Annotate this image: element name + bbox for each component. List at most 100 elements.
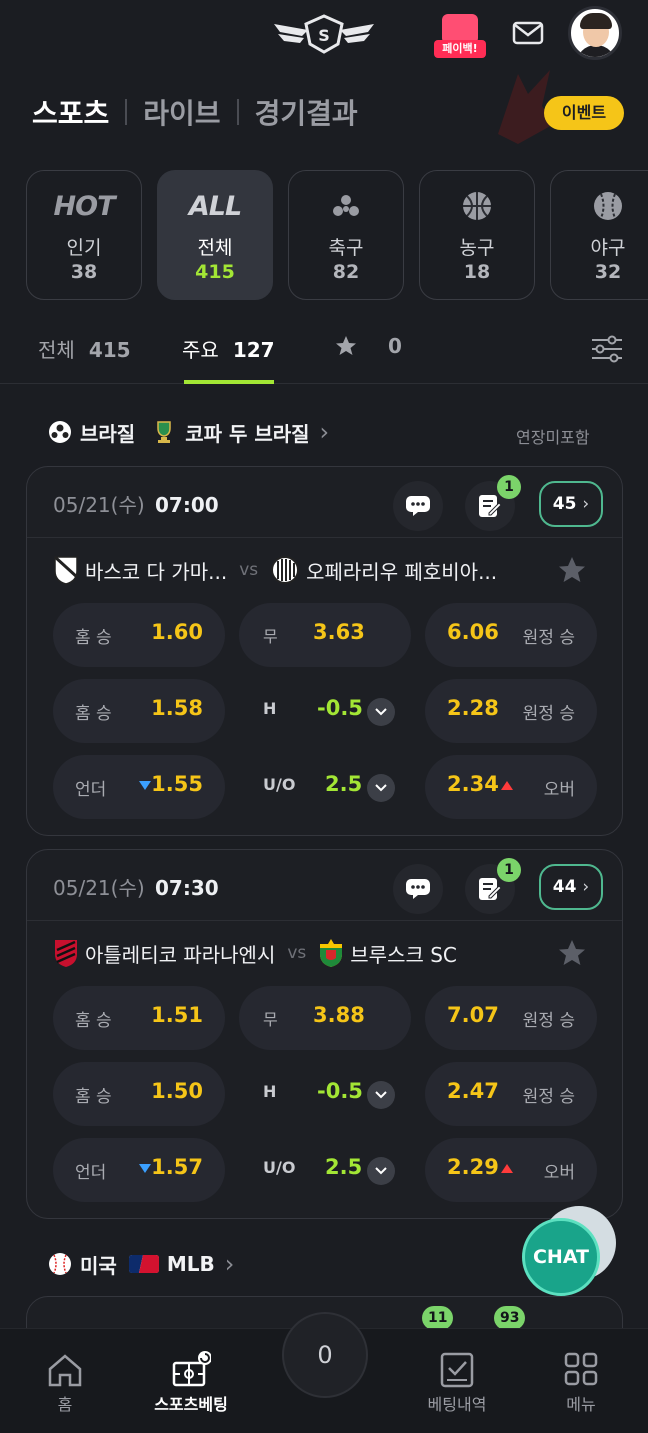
category-basketball[interactable]: 농구 18 (419, 170, 535, 300)
trophy-icon (157, 421, 171, 443)
odds-row-1x2: 홈 승 1.51 무 3.88 7.07 원정 승 (53, 986, 599, 1050)
category-baseball[interactable]: 야구 32 (550, 170, 648, 300)
edit-note-icon (479, 495, 502, 517)
subtab-favorites[interactable]: 0 (334, 334, 402, 358)
away-team: 브루스크 SC (350, 942, 457, 967)
category-count: 415 (195, 261, 235, 283)
winged-s-logo-icon[interactable]: S (272, 14, 376, 54)
top-bar: S 페이백! (0, 0, 648, 70)
subtab-all[interactable]: 전체 415 (38, 334, 131, 363)
handicap-line[interactable]: H -0.5 (239, 1062, 411, 1126)
vs-label: vs (287, 943, 307, 963)
odds-home-handicap[interactable]: 홈 승 1.50 (53, 1062, 225, 1126)
odds-draw[interactable]: 무 3.63 (239, 603, 411, 667)
team-crest-icon (271, 556, 300, 584)
category-hot[interactable]: HOT 인기 38 (26, 170, 142, 300)
odds-over[interactable]: 2.34 오버 (425, 755, 597, 819)
active-tab-indicator (184, 380, 274, 384)
main-nav: 스포츠 라이브 경기결과 (32, 90, 358, 134)
all-icon: ALL (188, 190, 242, 222)
nav-bet-history[interactable]: 베팅내역 (402, 1329, 512, 1433)
league-header-brazil[interactable]: 브라질 코파 두 브라질 › (48, 416, 329, 448)
odds-away-win[interactable]: 6.06 원정 승 (425, 603, 597, 667)
more-markets-button[interactable]: 44 › (539, 864, 603, 910)
odds-home-handicap[interactable]: 홈 승 1.58 (53, 679, 225, 743)
category-label: 농구 (459, 237, 495, 259)
odds-draw[interactable]: 무 3.88 (239, 986, 411, 1050)
match-card: 05/21(수) 07:00 1 45 › 바스코 다 가마... vs 오페라리… (26, 466, 623, 836)
arrow-up-icon (501, 1164, 513, 1173)
team-crest-icon (320, 939, 343, 967)
divider (27, 920, 622, 921)
mail-icon[interactable] (512, 20, 544, 46)
chat-button[interactable] (393, 481, 443, 531)
payback-button[interactable]: 페이백! (434, 10, 486, 58)
category-label: 인기 (66, 237, 102, 259)
chevron-right-icon: › (319, 418, 330, 446)
nav-menu[interactable]: 메뉴 (526, 1329, 636, 1433)
subtab-major[interactable]: 주요 127 (182, 334, 275, 363)
chat-button[interactable] (393, 864, 443, 914)
favorite-star-icon[interactable] (557, 938, 587, 968)
chevron-down-icon[interactable] (367, 1157, 395, 1185)
notes-button[interactable]: 1 (465, 475, 521, 531)
odds-away-handicap[interactable]: 2.28 원정 승 (425, 679, 597, 743)
over-under-line[interactable]: U/O 2.5 (239, 755, 411, 819)
event-button[interactable]: 이벤트 (544, 96, 624, 130)
odds-under[interactable]: 언더 1.57 (53, 1138, 225, 1202)
soccer-ball-icon (49, 421, 71, 443)
nav-home[interactable]: 홈 (10, 1329, 120, 1433)
category-scroller[interactable]: HOT 인기 38 ALL 전체 415 축구 82 농구 18 야구 32 (26, 170, 648, 302)
league-header-usa[interactable]: 미국 MLB › (48, 1248, 234, 1280)
over-under-line[interactable]: U/O 2.5 (239, 1138, 411, 1202)
hot-icon: HOT (53, 190, 116, 222)
chevron-down-icon[interactable] (367, 698, 395, 726)
payback-label: 페이백! (434, 40, 486, 58)
odds-away-win[interactable]: 7.07 원정 승 (425, 986, 597, 1050)
notes-count-badge: 1 (497, 858, 521, 882)
arrow-down-icon (139, 1164, 151, 1173)
odds-home-win[interactable]: 홈 승 1.60 (53, 603, 225, 667)
handicap-line[interactable]: H -0.5 (239, 679, 411, 743)
divider (27, 537, 622, 538)
away-team: 오페라리우 페호비아... (306, 559, 498, 584)
home-team: 바스코 다 가마... (85, 559, 228, 584)
league-name: MLB (166, 1252, 215, 1276)
extra-time-note: 연장미포함 (516, 428, 590, 447)
more-markets-button[interactable]: 45 › (539, 481, 603, 527)
notes-count-badge: 1 (497, 475, 521, 499)
chevron-down-icon[interactable] (367, 774, 395, 802)
odds-away-handicap[interactable]: 2.47 원정 승 (425, 1062, 597, 1126)
notes-button[interactable]: 1 (465, 858, 521, 914)
match-teams: 바스코 다 가마... vs 오페라리우 페호비아... (53, 553, 497, 587)
category-count: 32 (594, 261, 622, 283)
betslip-button[interactable]: 0 (282, 1312, 368, 1398)
category-all[interactable]: ALL 전체 415 (157, 170, 273, 300)
filter-sliders-icon[interactable] (590, 334, 624, 364)
avatar[interactable] (568, 6, 622, 60)
favorite-star-icon[interactable] (557, 555, 587, 585)
odds-row-handicap: 홈 승 1.50 H -0.5 2.47 원정 승 (53, 1062, 599, 1126)
category-count: 38 (70, 261, 98, 283)
divider (125, 99, 128, 125)
edit-note-icon (479, 878, 502, 900)
tab-sports[interactable]: 스포츠 (32, 92, 109, 132)
odds-home-win[interactable]: 홈 승 1.51 (53, 986, 225, 1050)
soccer-ball-icon (333, 195, 359, 216)
chevron-right-icon: › (224, 1250, 235, 1278)
chevron-down-icon[interactable] (367, 1081, 395, 1109)
live-chat-button[interactable]: CHAT (522, 1206, 618, 1302)
chat-bubble-icon (406, 879, 430, 899)
nav-sports-betting[interactable]: 스포츠베팅 (136, 1329, 246, 1433)
chevron-right-icon: › (582, 494, 590, 514)
odds-over[interactable]: 2.29 오버 (425, 1138, 597, 1202)
category-label: 전체 (197, 237, 233, 259)
vs-label: vs (239, 560, 259, 580)
tab-live[interactable]: 라이브 (143, 92, 220, 132)
team-crest-icon (55, 940, 77, 967)
tab-results[interactable]: 경기결과 (255, 92, 358, 132)
category-label: 야구 (590, 237, 626, 259)
league-country: 브라질 (80, 421, 136, 446)
category-soccer[interactable]: 축구 82 (288, 170, 404, 300)
odds-under[interactable]: 언더 1.55 (53, 755, 225, 819)
